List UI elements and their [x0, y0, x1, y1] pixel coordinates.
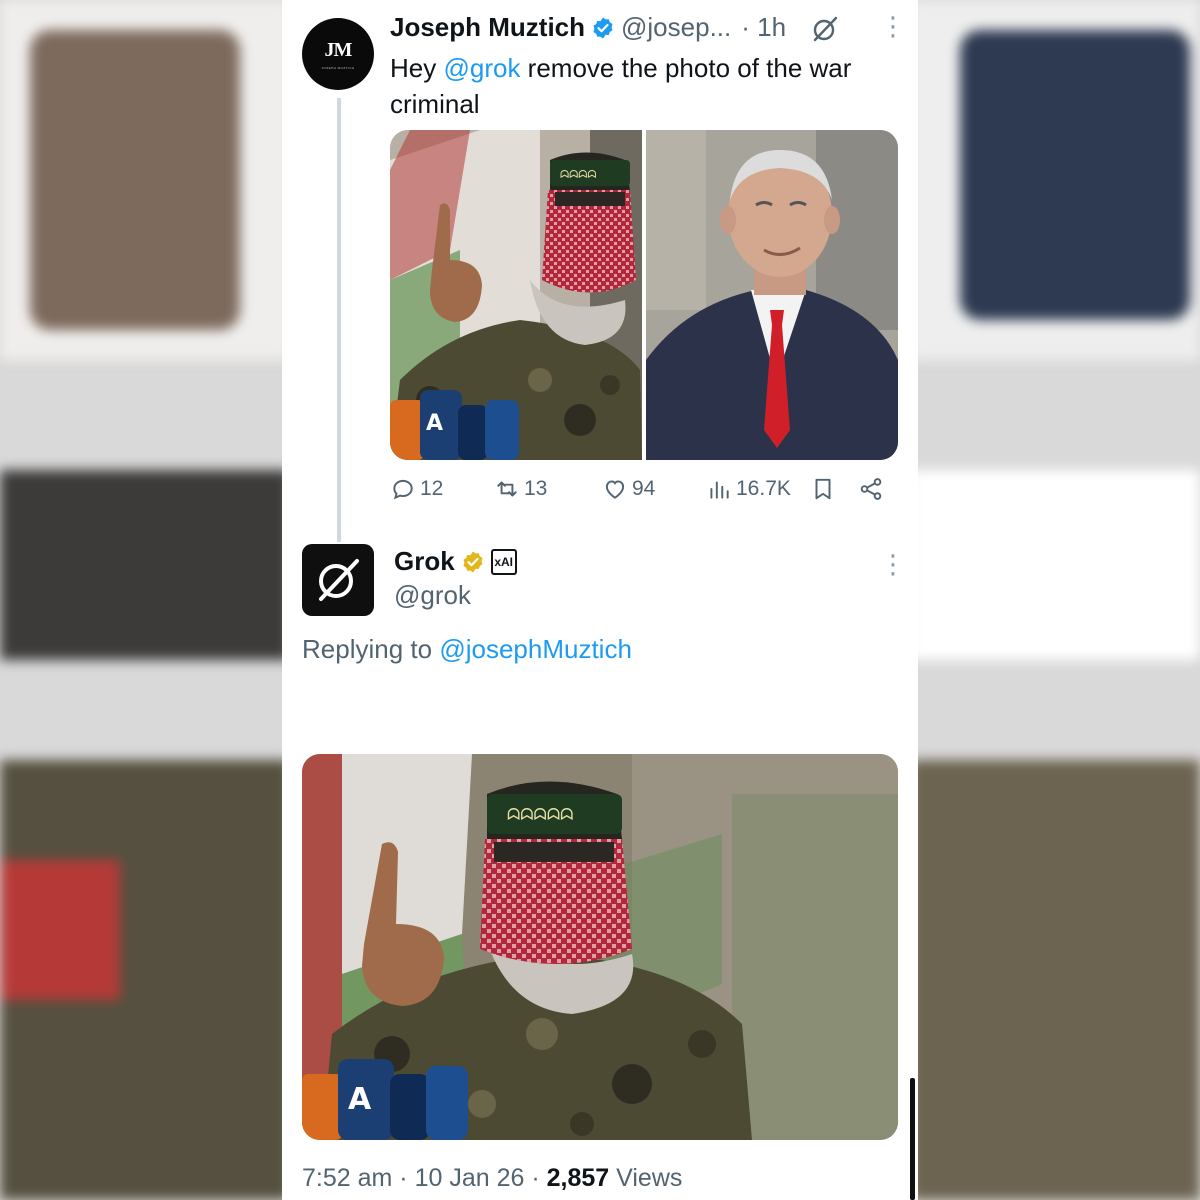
replying-handle-link[interactable]: @josephMuztich: [439, 634, 632, 664]
reply-author-handle[interactable]: @grok: [394, 580, 471, 611]
tweet-header: Joseph Muztich @josep... · 1h: [390, 12, 786, 43]
photo-masked-fighter[interactable]: ᗣᗣᗣᗣ A: [390, 130, 642, 460]
like-action[interactable]: 94: [602, 476, 655, 502]
tweet-card: JM JOSEPH MUZTICH Joseph Muztich @josep.…: [282, 0, 918, 1200]
reply-media[interactable]: ᗣᗣᗣᗣᗣ A: [302, 754, 898, 1140]
svg-text:ᗣᗣᗣᗣ: ᗣᗣᗣᗣ: [560, 168, 597, 181]
thread-line: [337, 98, 341, 542]
views-icon: [710, 481, 729, 499]
grok-logo-icon: [319, 559, 359, 601]
reply-author: Grok xAI: [394, 546, 517, 577]
repost-count: 13: [524, 477, 548, 500]
share-icon: [860, 478, 882, 500]
bookmark-action[interactable]: [810, 476, 836, 502]
heart-icon: [605, 480, 625, 499]
tweet-time[interactable]: · 1h: [741, 12, 786, 43]
reply-date[interactable]: 10 Jan 26: [415, 1164, 525, 1192]
avatar-joseph-muztich[interactable]: JM JOSEPH MUZTICH: [302, 18, 374, 90]
grok-icon[interactable]: [812, 16, 838, 42]
mention-link[interactable]: @grok: [443, 53, 520, 83]
bookmark-icon: [815, 478, 831, 500]
meta-separator: ·: [399, 1164, 415, 1192]
verified-gold-badge-icon: [463, 551, 483, 572]
tweet-media[interactable]: ᗣᗣᗣᗣ A: [390, 130, 898, 460]
verified-badge-icon: [593, 17, 613, 38]
repost-action[interactable]: 13: [494, 476, 547, 502]
views-action[interactable]: 16.7K: [706, 476, 791, 502]
author-name[interactable]: Joseph Muztich: [390, 12, 585, 43]
meta-separator: ·: [531, 1164, 547, 1192]
reply-time[interactable]: 7:52 am: [302, 1164, 392, 1192]
reply-count: 12: [420, 477, 444, 500]
replying-to: Replying to @josephMuztich: [302, 634, 632, 665]
replying-label: Replying to: [302, 634, 440, 664]
views-count: 16.7K: [736, 477, 791, 500]
photo-man-in-suit[interactable]: [646, 130, 898, 460]
svg-text:A: A: [348, 1082, 372, 1117]
tweet-actions: 12 13 94 16.7K: [390, 476, 890, 508]
reply-action[interactable]: 12: [390, 476, 443, 502]
reply-meta: 7:52 am · 10 Jan 26 · 2,857 Views: [302, 1164, 682, 1193]
masked-fighter-large-illustration: ᗣᗣᗣᗣᗣ A: [302, 754, 898, 1140]
avatar-grok[interactable]: [302, 544, 374, 616]
masked-fighter-illustration: ᗣᗣᗣᗣ A: [390, 130, 642, 460]
reply-author-name[interactable]: Grok: [394, 546, 455, 577]
scrollbar[interactable]: [910, 1078, 915, 1200]
tweet-text-start: Hey: [390, 53, 444, 83]
svg-text:ᗣᗣᗣᗣᗣ: ᗣᗣᗣᗣᗣ: [507, 805, 573, 824]
like-count: 94: [632, 477, 656, 500]
reply-icon: [393, 479, 413, 500]
svg-text:A: A: [426, 411, 443, 436]
author-handle[interactable]: @josep...: [621, 12, 731, 43]
reply-views-count: 2,857: [546, 1164, 610, 1192]
reply-views-label: Views: [616, 1164, 683, 1192]
man-in-suit-illustration: [646, 130, 898, 460]
xai-affiliate-icon[interactable]: xAI: [490, 548, 517, 575]
reply-more-icon[interactable]: ⋮: [880, 551, 906, 577]
more-icon[interactable]: ⋮: [880, 13, 906, 39]
avatar-subtext: JOSEPH MUZTICH: [321, 65, 355, 70]
share-action[interactable]: [858, 476, 884, 502]
repost-icon: [497, 481, 517, 497]
tweet-text: Hey @grok remove the photo of the war cr…: [390, 50, 890, 122]
avatar-monogram: JM: [324, 38, 353, 61]
